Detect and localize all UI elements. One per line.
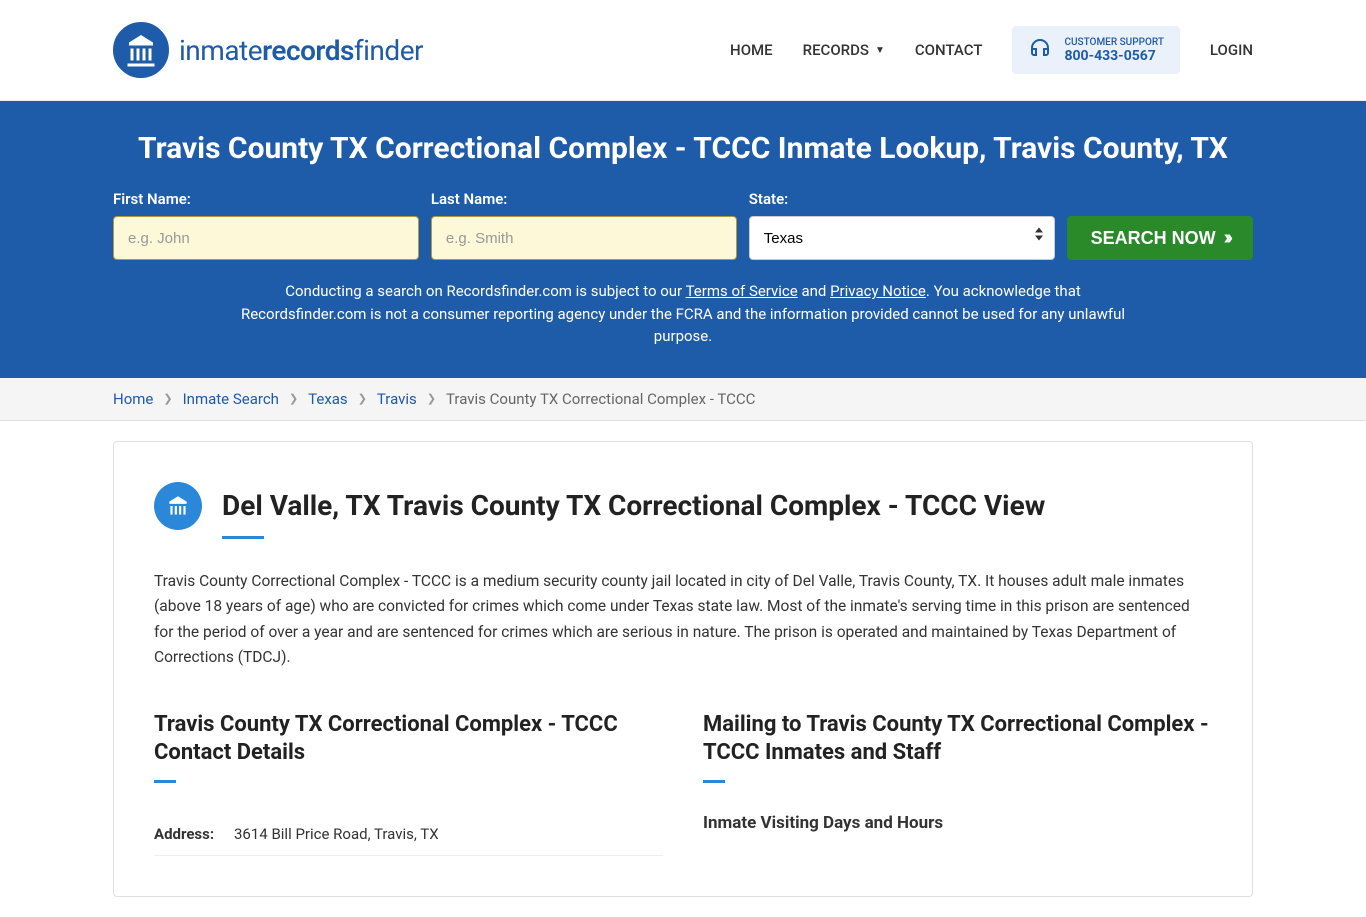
state-label: State: (749, 190, 1055, 208)
main-nav: HOME RECORDS ▼ CONTACT CUSTOMER SUPPORT … (730, 26, 1253, 74)
nav-login[interactable]: LOGIN (1210, 41, 1253, 59)
contact-heading: Travis County TX Correctional Complex - … (154, 711, 663, 768)
tos-link[interactable]: Terms of Service (686, 282, 798, 300)
logo-text: inmaterecordsfinder (179, 34, 423, 67)
chevron-down-icon: ▼ (875, 45, 885, 56)
support-text: CUSTOMER SUPPORT 800-433-0567 (1064, 37, 1163, 64)
main-content: Del Valle, TX Travis County TX Correctio… (98, 441, 1268, 897)
capitol-icon (113, 22, 169, 78)
first-name-label: First Name: (113, 190, 419, 208)
nav-home[interactable]: HOME (730, 41, 773, 59)
mailing-heading: Mailing to Travis County TX Correctional… (703, 711, 1212, 768)
chevron-right-icon: ❯ (358, 392, 367, 405)
breadcrumb-current: Travis County TX Correctional Complex - … (446, 390, 755, 408)
last-name-input[interactable] (431, 216, 737, 260)
page-title: Travis County TX Correctional Complex - … (113, 131, 1253, 166)
breadcrumb-travis[interactable]: Travis (377, 390, 417, 408)
facility-description: Travis County Correctional Complex - TCC… (154, 569, 1212, 671)
headset-icon (1028, 36, 1052, 64)
hero-section: Travis County TX Correctional Complex - … (0, 101, 1366, 378)
sub-underline (703, 780, 725, 783)
chevron-right-icon: ❯ (289, 392, 298, 405)
site-header: inmaterecordsfinder HOME RECORDS ▼ CONTA… (0, 0, 1366, 101)
support-box[interactable]: CUSTOMER SUPPORT 800-433-0567 (1012, 26, 1179, 74)
last-name-label: Last Name: (431, 190, 737, 208)
breadcrumb: Home ❯ Inmate Search ❯ Texas ❯ Travis ❯ … (0, 378, 1366, 421)
search-form: First Name: Last Name: State: Texas SEAR… (113, 190, 1253, 260)
title-underline (222, 536, 264, 539)
visiting-heading: Inmate Visiting Days and Hours (703, 813, 1212, 833)
facility-panel: Del Valle, TX Travis County TX Correctio… (113, 441, 1253, 897)
panel-title: Del Valle, TX Travis County TX Correctio… (222, 489, 1045, 522)
breadcrumb-home[interactable]: Home (113, 390, 153, 408)
search-button[interactable]: SEARCH NOW ›› (1067, 216, 1253, 260)
sub-underline (154, 780, 176, 783)
double-arrow-icon: ›› (1224, 227, 1229, 250)
privacy-link[interactable]: Privacy Notice (830, 282, 926, 300)
address-label: Address: (154, 825, 234, 843)
disclaimer-text: Conducting a search on Recordsfinder.com… (233, 280, 1133, 348)
nav-contact[interactable]: CONTACT (915, 41, 983, 59)
state-select[interactable]: Texas (749, 216, 1055, 260)
logo-link[interactable]: inmaterecordsfinder (113, 22, 423, 78)
building-icon (154, 482, 202, 530)
address-row: Address: 3614 Bill Price Road, Travis, T… (154, 813, 663, 856)
address-value: 3614 Bill Price Road, Travis, TX (234, 825, 663, 843)
breadcrumb-texas[interactable]: Texas (308, 390, 348, 408)
chevron-right-icon: ❯ (427, 392, 436, 405)
nav-records[interactable]: RECORDS ▼ (803, 41, 885, 59)
breadcrumb-inmate-search[interactable]: Inmate Search (183, 390, 279, 408)
chevron-right-icon: ❯ (163, 392, 172, 405)
first-name-input[interactable] (113, 216, 419, 260)
contact-column: Travis County TX Correctional Complex - … (154, 711, 663, 856)
mailing-column: Mailing to Travis County TX Correctional… (703, 711, 1212, 856)
